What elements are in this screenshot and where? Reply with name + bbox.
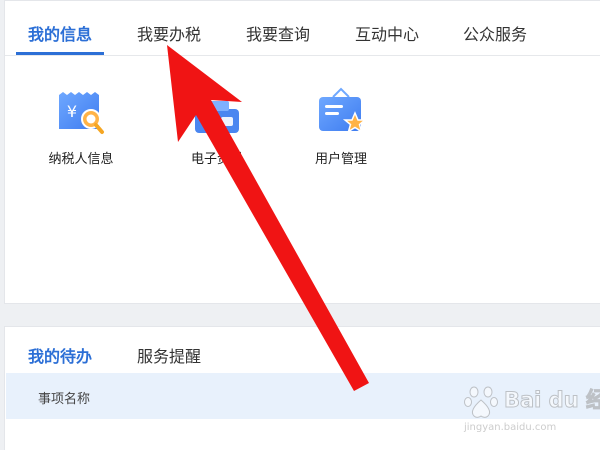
tab-public-service[interactable]: 公众服务 bbox=[463, 21, 527, 45]
tab-query[interactable]: 我要查询 bbox=[246, 21, 310, 45]
taxpayer-info-icon: ¥ bbox=[55, 87, 107, 139]
feature-label: 纳税人信息 bbox=[48, 152, 114, 167]
feature-taxpayer-info[interactable]: ¥ 纳税人信息 bbox=[26, 87, 136, 177]
watermark-text: Bai du 经验 bbox=[504, 388, 600, 413]
user-management-icon bbox=[315, 87, 368, 139]
svg-text:¥: ¥ bbox=[67, 102, 77, 121]
my-info-panel: 我的信息 我要办税 我要查询 互动中心 公众服务 ¥ 纳税人信息 电子资料 用户… bbox=[4, 0, 600, 304]
feature-label: 电子资料 bbox=[190, 152, 243, 167]
column-header-item-name: 事项名称 bbox=[38, 392, 91, 407]
tab-my-info[interactable]: 我的信息 bbox=[28, 21, 92, 45]
watermark-url: jingyan.baidu.com bbox=[464, 422, 557, 433]
tab-my-todo[interactable]: 我的待办 bbox=[28, 343, 92, 367]
feature-electronic-documents[interactable]: 电子资料 bbox=[162, 87, 272, 177]
electronic-document-icon bbox=[191, 87, 243, 139]
tax-portal-screen: 我的信息 我要办税 我要查询 互动中心 公众服务 ¥ 纳税人信息 电子资料 用户… bbox=[0, 0, 600, 450]
tab-service-reminder[interactable]: 服务提醒 bbox=[137, 343, 201, 367]
feature-label: 用户管理 bbox=[314, 152, 367, 167]
top-tab-bar: 我的信息 我要办税 我要查询 互动中心 公众服务 bbox=[5, 1, 600, 56]
baidu-jingyan-watermark: Bai du 经验 jingyan.baidu.com bbox=[460, 384, 600, 440]
tab-tax-handling[interactable]: 我要办税 bbox=[137, 21, 201, 45]
tab-interaction-center[interactable]: 互动中心 bbox=[355, 21, 419, 45]
active-tab-indicator bbox=[16, 52, 104, 55]
feature-user-management[interactable]: 用户管理 bbox=[286, 87, 396, 177]
